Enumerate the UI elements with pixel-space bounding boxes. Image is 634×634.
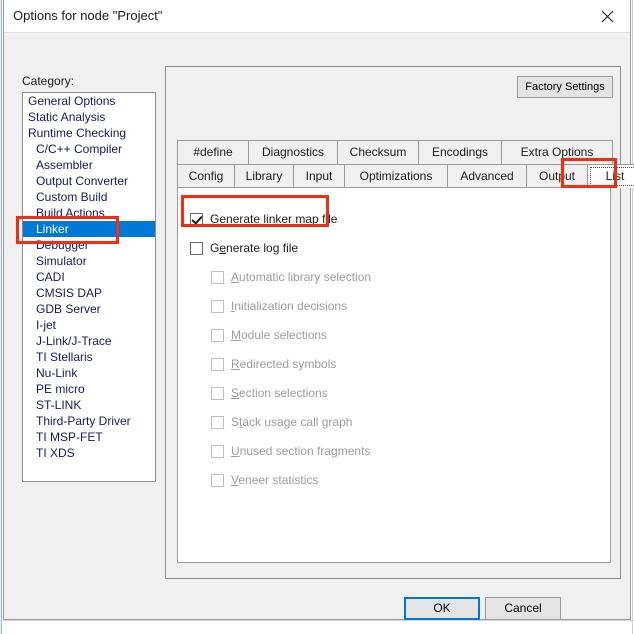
tab-label: List (605, 169, 625, 183)
tab-label: Optimizations (359, 169, 433, 183)
backdrop-left-divider (1, 0, 2, 634)
category-item-i-jet[interactable]: I-jet (23, 317, 155, 333)
options-panel: Factory Settings #define Diagnostics Check… (165, 66, 634, 579)
category-item-cmsis-dap[interactable]: CMSIS DAP (23, 285, 155, 301)
checkbox-label-section-selections: Section selections (231, 386, 328, 400)
checkbox-section-selections (211, 386, 224, 400)
category-item-j-link-j-trace[interactable]: J-Link/J-Trace (23, 333, 155, 349)
category-item-nu-link[interactable]: Nu-Link (23, 365, 155, 381)
tab-extra-options[interactable]: Extra Options (501, 140, 613, 164)
tab-label: Library (245, 169, 283, 183)
tab-output[interactable]: Output (526, 164, 588, 188)
checkbox-row-redirected-symbols: Redirected symbols (211, 357, 336, 371)
checkbox-label-automatic-library-selection: Automatic library selection (231, 270, 372, 284)
checkbox-row-unused-section-fragments: Unused section fragments (211, 444, 370, 458)
tab-label: Config (188, 169, 224, 183)
category-item-ti-msp-fet[interactable]: TI MSP-FET (23, 429, 155, 445)
tab-diagnostics[interactable]: Diagnostics (248, 140, 338, 164)
dialog-title: Options for node "Project" (13, 8, 163, 23)
checkbox-label-initialization-decisions: Initialization decisions (231, 299, 348, 313)
category-item-static-analysis[interactable]: Static Analysis (23, 109, 155, 125)
checkbox-label-redirected-symbols: Redirected symbols (231, 357, 337, 371)
checkbox-row-generate-log-file[interactable]: Generate log file (190, 241, 298, 255)
cancel-button[interactable]: Cancel (485, 597, 561, 620)
checkbox-stack-usage-call-graph (211, 415, 224, 429)
category-item-assembler[interactable]: Assembler (23, 157, 155, 173)
checkbox-row-section-selections: Section selections (211, 386, 328, 400)
checkbox-automatic-library-selection (211, 270, 224, 284)
checkbox-label-module-selections: Module selections (231, 328, 328, 342)
tab-define[interactable]: #define (177, 140, 249, 164)
tab-advanced[interactable]: Advanced (447, 164, 527, 188)
checkbox-generate-linker-map-file[interactable] (190, 212, 203, 226)
tab-optimizations[interactable]: Optimizations (344, 164, 448, 188)
tab-row-bottom: Config Library Input Optimizations Advanced O… (177, 164, 634, 188)
tab-row-top: #define Diagnostics Checksum Encodings Extra… (177, 140, 613, 164)
checkbox-row-automatic-library-selection: Automatic library selection (211, 270, 371, 284)
checkbox-row-veneer-statistics: Veneer statistics (211, 473, 318, 487)
checkbox-initialization-decisions (211, 299, 224, 313)
tab-library[interactable]: Library (234, 164, 294, 188)
checkbox-label-unused-section-fragments: Unused section fragments (231, 444, 371, 458)
tab-list[interactable]: List (587, 164, 634, 188)
dialog-titlebar: Options for node "Project" (4, 0, 630, 33)
category-listbox[interactable]: General Options Static Analysis Runtime Ch… (22, 92, 156, 482)
category-item-custom-build[interactable]: Custom Build (23, 189, 155, 205)
tab-config[interactable]: Config (177, 164, 235, 188)
category-item-debugger[interactable]: Debugger (23, 237, 155, 253)
category-item-output-converter[interactable]: Output Converter (23, 173, 155, 189)
checkbox-label-veneer-statistics: Veneer statistics (231, 473, 319, 487)
options-dialog: Options for node "Project" Category: Gen… (3, 0, 634, 620)
tab-label: Encodings (431, 145, 489, 159)
tab-label: Extra Options (520, 145, 594, 159)
checkbox-row-module-selections: Module selections (211, 328, 327, 342)
checkbox-row-initialization-decisions: Initialization decisions (211, 299, 347, 313)
tab-label: Output (538, 169, 576, 183)
category-item-linker[interactable]: Linker (23, 221, 155, 237)
category-item-ti-stellaris[interactable]: TI Stellaris (23, 349, 155, 365)
factory-settings-button[interactable]: Factory Settings (517, 76, 613, 98)
tab-label: #define (193, 145, 233, 159)
checkbox-module-selections (211, 328, 224, 342)
category-item-simulator[interactable]: Simulator (23, 253, 155, 269)
category-item-ti-xds[interactable]: TI XDS (23, 445, 155, 461)
tab-label: Checksum (349, 145, 407, 159)
checkbox-veneer-statistics (211, 473, 224, 487)
tab-label: Input (305, 169, 333, 183)
backdrop-bottom-divider (0, 620, 634, 621)
tab-input[interactable]: Input (293, 164, 345, 188)
backdrop-right-divider (632, 0, 633, 634)
checkbox-label-generate-linker-map-file: Generate linker map file (210, 212, 338, 226)
checkbox-unused-section-fragments (211, 444, 224, 458)
category-label: Category: (22, 74, 75, 88)
tab-label: Diagnostics (261, 145, 325, 159)
category-item-runtime-checking[interactable]: Runtime Checking (23, 125, 155, 141)
category-item-cadi[interactable]: CADI (23, 269, 155, 285)
checkbox-row-stack-usage-call-graph: Stack usage call graph (211, 415, 352, 429)
category-item-pe-micro[interactable]: PE micro (23, 381, 155, 397)
tab-encodings[interactable]: Encodings (418, 140, 502, 164)
checkbox-redirected-symbols (211, 357, 224, 371)
checkbox-label-generate-log-file: Generate log file (210, 241, 299, 255)
tab-strip: #define Diagnostics Checksum Encodings Extra… (177, 140, 634, 188)
checkbox-row-generate-linker-map-file[interactable]: Generate linker map file (190, 212, 337, 226)
checkbox-label-stack-usage-call-graph: Stack usage call graph (231, 415, 353, 429)
list-tab-page: Generate linker map file Generate log fil… (177, 187, 611, 563)
tab-label: Advanced (460, 169, 514, 183)
category-item-st-link[interactable]: ST-LINK (23, 397, 155, 413)
category-item-build-actions[interactable]: Build Actions (23, 205, 155, 221)
ok-button[interactable]: OK (404, 597, 480, 620)
category-item-general-options[interactable]: General Options (23, 93, 155, 109)
tab-checksum[interactable]: Checksum (337, 140, 419, 164)
category-item-c-c-compiler[interactable]: C/C++ Compiler (23, 141, 155, 157)
category-item-gdb-server[interactable]: GDB Server (23, 301, 155, 317)
checkbox-generate-log-file[interactable] (190, 241, 203, 255)
category-item-third-party-driver[interactable]: Third-Party Driver (23, 413, 155, 429)
close-icon[interactable] (585, 0, 630, 32)
